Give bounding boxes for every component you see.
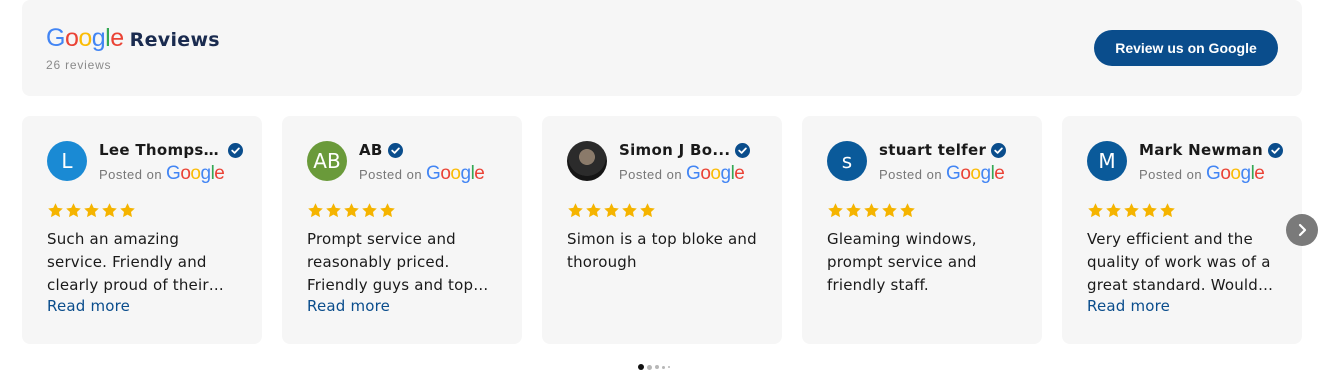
read-more-link[interactable]: Read more: [1087, 297, 1170, 315]
review-text: Such an amazing service. Friendly and cl…: [47, 230, 209, 294]
star-icon: [882, 203, 897, 218]
google-logo: Google: [946, 163, 1005, 184]
star-icon: [308, 203, 323, 218]
star-icon: [586, 203, 601, 218]
review-card: Simon J Bo... Posted on Google Simon is a t…: [542, 116, 782, 344]
star-rating: [47, 202, 136, 219]
star-icon: [120, 203, 135, 218]
reviewer-name-row: stuart telfer: [879, 141, 1024, 159]
posted-on-label: Posted on: [879, 167, 943, 182]
star-icon: [828, 203, 843, 218]
verified-badge-icon: [735, 142, 751, 158]
star-icon: [66, 203, 81, 218]
google-logo: Google: [686, 163, 745, 184]
review-text: Gleaming windows, prompt service and fri…: [827, 230, 977, 294]
posted-on: Posted on Google: [879, 163, 1005, 185]
verified-badge-icon: [1267, 142, 1283, 158]
star-icon: [1160, 203, 1175, 218]
avatar: s: [827, 141, 867, 181]
review-count: 26 reviews: [46, 58, 112, 72]
star-icon: [102, 203, 117, 218]
star-icon: [326, 203, 341, 218]
posted-on: Posted on Google: [359, 163, 485, 185]
avatar: AB: [307, 141, 347, 181]
star-rating: [827, 202, 916, 219]
star-rating: [1087, 202, 1176, 219]
star-icon: [622, 203, 637, 218]
next-button[interactable]: [1286, 214, 1318, 246]
review-us-button[interactable]: Review us on Google: [1094, 30, 1278, 66]
reviewer-name-row: Mark Newman: [1139, 141, 1284, 159]
star-icon: [568, 203, 583, 218]
review-card: AB AB Posted on Google Prompt service and re…: [282, 116, 522, 344]
google-logo: Google: [426, 163, 485, 184]
reviews-header: Google Reviews 26 reviews Review us on G…: [22, 0, 1302, 96]
star-icon: [380, 203, 395, 218]
star-icon: [900, 203, 915, 218]
star-icon: [640, 203, 655, 218]
star-icon: [1088, 203, 1103, 218]
google-logo: Google: [1206, 163, 1265, 184]
verified-badge-icon: [991, 142, 1007, 158]
star-icon: [1106, 203, 1121, 218]
star-icon: [846, 203, 861, 218]
reviewer-name: Lee Thompson: [99, 141, 223, 159]
chevron-right-icon: [1298, 223, 1307, 237]
avatar: [567, 141, 607, 181]
star-icon: [48, 203, 63, 218]
review-text: Prompt service and reasonably priced. Fr…: [307, 230, 474, 294]
reviewer-name: Simon J Bo...: [619, 141, 731, 159]
reviewer-name-row: Lee Thompson: [99, 141, 244, 159]
posted-on-label: Posted on: [619, 167, 683, 182]
posted-on: Posted on Google: [99, 163, 225, 185]
read-more-link[interactable]: Read more: [307, 297, 390, 315]
verified-badge-icon: [387, 142, 403, 158]
reviewer-name-row: Simon J Bo...: [619, 141, 764, 159]
posted-on: Posted on Google: [1139, 163, 1265, 185]
review-text: Simon is a top bloke and thorough: [567, 230, 757, 271]
reviewer-name-row: AB: [359, 141, 504, 159]
pagination-dot[interactable]: [647, 364, 652, 370]
google-logo: Google: [46, 24, 124, 52]
avatar: M: [1087, 141, 1127, 181]
star-rating: [307, 202, 396, 219]
star-icon: [1142, 203, 1157, 218]
review-card: M Mark Newman Posted on Google Very efficien…: [1062, 116, 1302, 344]
reviews-title: Reviews: [129, 29, 220, 51]
posted-on: Posted on Google: [619, 163, 745, 185]
review-card: s stuart telfer Posted on Google Gleaming wi…: [802, 116, 1042, 344]
pagination-dot[interactable]: [655, 365, 659, 369]
pagination-dot[interactable]: [668, 366, 670, 368]
posted-on-label: Posted on: [99, 167, 163, 182]
star-icon: [1124, 203, 1139, 218]
star-rating: [567, 202, 656, 219]
reviewer-name: stuart telfer: [879, 141, 987, 159]
reviewer-name: AB: [359, 141, 383, 159]
reviewer-name: Mark Newman: [1139, 141, 1263, 159]
posted-on-label: Posted on: [1139, 167, 1203, 182]
star-icon: [864, 203, 879, 218]
pagination-dot[interactable]: [662, 365, 665, 369]
reviews-brand: Google Reviews: [46, 24, 220, 53]
verified-badge-icon: [228, 142, 243, 158]
star-icon: [84, 203, 99, 218]
star-icon: [604, 203, 619, 218]
star-icon: [344, 203, 359, 218]
review-text: Very efficient and the quality of work w…: [1087, 230, 1271, 294]
review-card: L Lee Thompson Posted on Google Such an amaz…: [22, 116, 262, 344]
pagination-dot[interactable]: [638, 364, 644, 370]
google-logo: Google: [166, 163, 225, 184]
read-more-link[interactable]: Read more: [47, 297, 130, 315]
avatar: L: [47, 141, 87, 181]
star-icon: [362, 203, 377, 218]
carousel-pagination: [638, 364, 670, 370]
posted-on-label: Posted on: [359, 167, 423, 182]
